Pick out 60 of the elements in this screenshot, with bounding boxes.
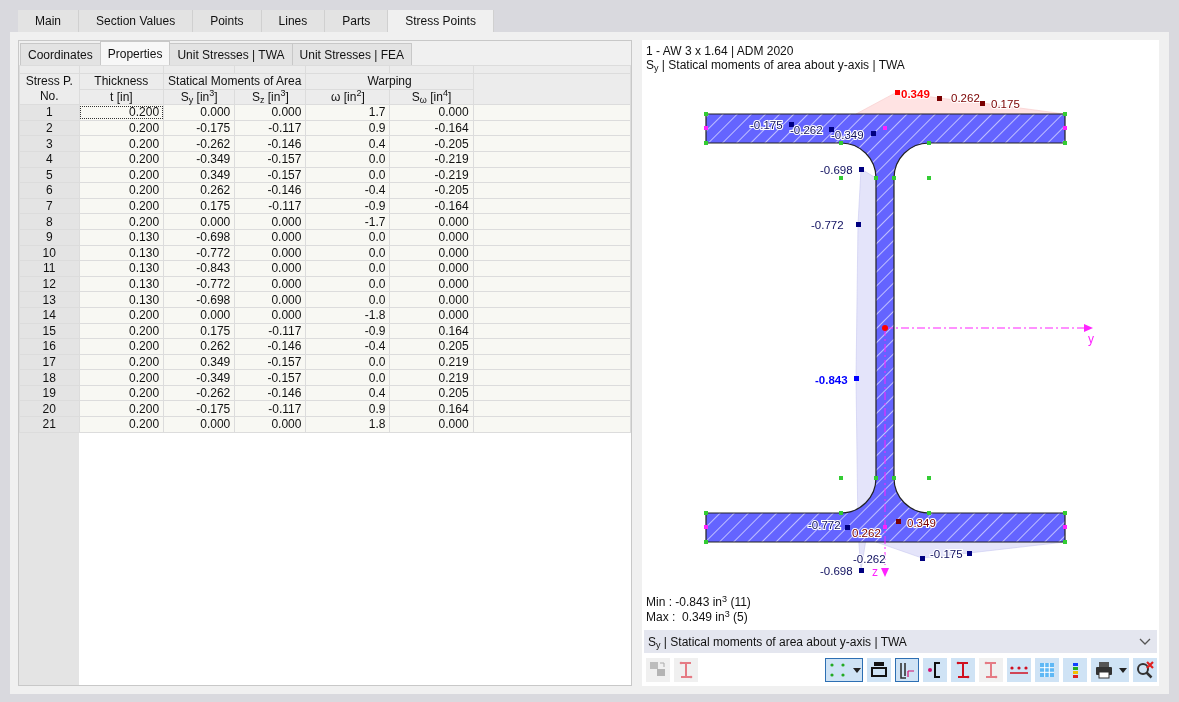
tab[interactable]: Main: [18, 10, 79, 32]
stress-point-marker: [854, 376, 859, 381]
value-label: -0.698: [820, 565, 853, 577]
stress-point-marker: [829, 127, 834, 132]
stress-point-marker: [871, 131, 876, 136]
stress-point-marker: [896, 519, 901, 524]
toolbar-button[interactable]: [1133, 658, 1157, 682]
stress-point-marker: [920, 556, 925, 561]
color-scale-icon: [1072, 662, 1078, 678]
print-icon: [1093, 659, 1115, 681]
toolbar-button[interactable]: [1091, 658, 1129, 682]
tab[interactable]: Lines: [261, 10, 326, 32]
stress-point-marker: [789, 122, 794, 127]
axis-label: z: [872, 565, 878, 579]
tab[interactable]: Stress Points: [388, 10, 494, 32]
value-label: 0.175: [991, 98, 1020, 110]
sub-tab[interactable]: Coordinates: [20, 43, 101, 65]
value-label: -0.843: [815, 374, 848, 386]
value-label: 0.349: [907, 517, 936, 529]
stress-point-marker: [845, 525, 850, 530]
axis-label: y: [1088, 332, 1094, 346]
result-title: S$_{y}$ | Statical moments of area about y-axis | TWA: [646, 58, 906, 72]
max-value: Max : 0.349 in$^{3}$ (5): [646, 610, 748, 625]
caret-down-icon: [1119, 667, 1127, 673]
value-label: -0.175: [750, 119, 783, 131]
stress-point-marker: [859, 167, 864, 172]
value-label: -0.175: [930, 548, 963, 560]
numbering-icon: [1010, 665, 1028, 675]
dropdown-value: S$_{y}$ | Statical moments of area about y-axis | TWA: [648, 633, 907, 651]
value-label: -0.262: [790, 124, 823, 136]
value-label: -0.262: [853, 553, 886, 565]
sub-tab[interactable]: Unit Stresses | FEA: [291, 43, 413, 65]
value-label: -0.698: [820, 164, 853, 176]
value-label: -0.772: [808, 519, 841, 531]
stress-point-marker: [856, 222, 861, 227]
value-label: 0.262: [951, 92, 980, 104]
toolbar-button[interactable]: [923, 658, 947, 682]
stress-point-marker: [895, 90, 900, 95]
stress-point-marker: [937, 96, 942, 101]
caret-down-icon: [853, 667, 861, 673]
sub-tab[interactable]: Properties: [99, 41, 171, 65]
result-dropdown[interactable]: S$_{y}$ | Statical moments of area about y-axis | TWA: [644, 630, 1157, 653]
stress-point-marker: [967, 551, 972, 556]
tab[interactable]: Parts: [325, 10, 389, 32]
value-label: 0.349: [901, 88, 930, 100]
tab[interactable]: Points: [193, 10, 262, 32]
stress-point-marker: [980, 101, 985, 106]
stress-point-marker: [859, 568, 864, 573]
value-label: -0.772: [811, 219, 844, 231]
value-label: 0.262: [852, 527, 881, 539]
centroid-point: [882, 325, 888, 331]
column-header: Stress P. No.: [19, 73, 80, 105]
toolbar-button[interactable]: [867, 658, 891, 682]
section-title: 1 - AW 3 x 1.64 | ADM 2020: [646, 44, 795, 58]
zoom-close-icon: [1134, 659, 1156, 681]
value-label: -0.349: [831, 129, 864, 141]
min-value: Min : -0.843 in$^{3}$ (11): [646, 595, 752, 610]
chevron-down-icon: [1139, 637, 1151, 646]
tab[interactable]: Section Values: [79, 10, 194, 32]
sub-tab[interactable]: Unit Stresses | TWA: [169, 43, 293, 65]
